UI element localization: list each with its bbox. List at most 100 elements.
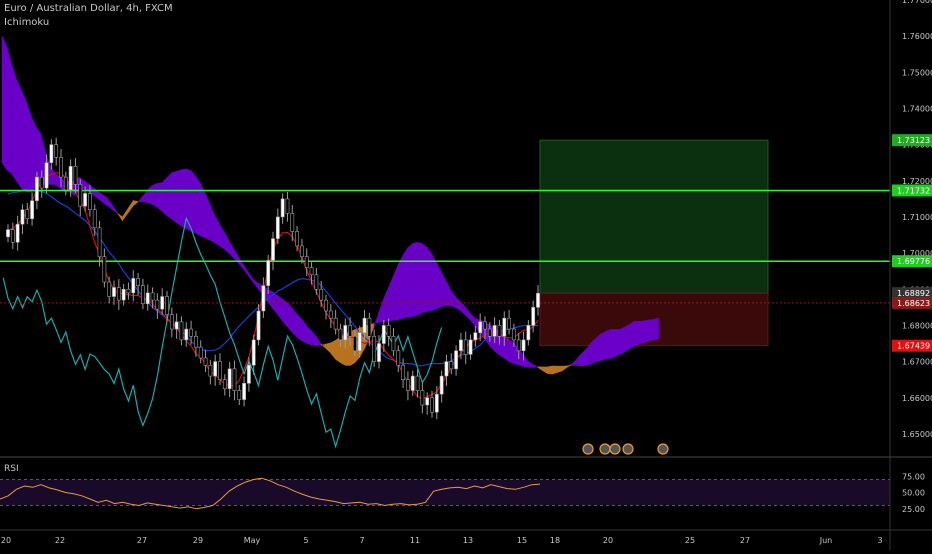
candle-body (121, 288, 126, 301)
y-tick-label: 1.76000 (902, 32, 932, 41)
candle-body (333, 317, 338, 330)
candle-body (256, 310, 261, 341)
price-chart[interactable]: 75.00 50.00 25.00 1.77000 1.76000 1.75000 1.7… (0, 0, 932, 550)
ichimoku-cloud-segment (335, 336, 341, 364)
chart-container[interactable]: 75.00 50.00 25.00 1.77000 1.76000 1.75000 1.7… (0, 0, 932, 550)
candle-body (483, 321, 487, 330)
price-label-text: 1.73123 (897, 136, 930, 145)
y-tick-label: 1.66000 (902, 394, 932, 403)
candle-body (218, 361, 222, 380)
candle-body (526, 325, 531, 341)
candle-body (54, 144, 59, 158)
candle-body (420, 390, 425, 406)
y-tick-label: 1.75000 (902, 68, 932, 77)
price-label-text: 1.71732 (897, 186, 930, 195)
ichimoku-cloud-segment (166, 172, 173, 220)
candle-body (213, 361, 218, 377)
ichimoku-cloud-segment (609, 329, 616, 359)
candle-body (449, 361, 454, 370)
candle-body (10, 229, 15, 243)
candle-body (97, 227, 102, 258)
candle-body (357, 332, 362, 352)
candle-body (487, 328, 492, 337)
candle-body (155, 299, 160, 310)
candle-body (189, 328, 193, 337)
x-tick-label: 20 (1, 536, 11, 545)
candle-body (516, 339, 521, 352)
ichimoku-cloud-segment (157, 182, 163, 213)
candle-body (102, 256, 107, 283)
x-tick-label: 22 (55, 536, 65, 545)
ichimoku-cloud-segment (30, 115, 37, 193)
candle-body (198, 346, 203, 359)
candle-body (434, 393, 439, 413)
ichimoku-cloud-segment (619, 326, 626, 355)
candle-body (468, 339, 473, 355)
candle-body (169, 314, 174, 330)
ichimoku-cloud-segment (600, 331, 606, 361)
x-tick-label: 27 (137, 536, 147, 545)
ichimoku-cloud-segment (407, 242, 414, 318)
ichimoku-cloud-segment (624, 323, 630, 353)
candle-body (531, 307, 536, 326)
candle-body (343, 325, 348, 341)
candle-body (141, 285, 145, 305)
candle-body (179, 321, 184, 341)
candle-body (44, 162, 49, 189)
ichimoku-cloud-segment (11, 64, 17, 182)
x-tick-label: 20 (603, 536, 613, 545)
ichimoku-cloud-segment (195, 175, 202, 237)
candle-body (165, 296, 169, 315)
candle-body (131, 278, 136, 294)
candle-body (88, 193, 92, 211)
ichimoku-cloud-segment (296, 313, 303, 342)
candle-body (396, 350, 401, 366)
candle-body (430, 397, 434, 413)
candle-body (348, 325, 352, 337)
candle-body (406, 379, 410, 391)
ichimoku-cloud-segment (643, 319, 650, 344)
y-tick-label: 1.65000 (902, 430, 932, 439)
y-tick-label: 1.68000 (902, 321, 932, 330)
rsi-label: RSI (4, 464, 19, 474)
candle-body (63, 176, 68, 191)
candle-body (107, 281, 112, 297)
candle-body (285, 198, 290, 214)
ichimoku-cloud-segment (508, 339, 515, 365)
candle-body (222, 379, 227, 390)
y-tick-label: 1.72000 (902, 177, 932, 186)
candle-body (367, 317, 372, 337)
ichimoku-cloud-segment (595, 333, 601, 362)
candle-body (203, 357, 208, 366)
ichimoku-cloud-segment (402, 246, 409, 319)
ichimoku-cloud-segment (6, 46, 12, 175)
candle-body (208, 364, 213, 377)
candle-body (338, 328, 343, 341)
ichimoku-cloud-segment (397, 255, 404, 321)
candle-body (492, 325, 497, 337)
price-label-text: 1.69776 (897, 257, 930, 266)
ichimoku-cloud-segment (547, 365, 553, 375)
ichimoku-cloud-segment (614, 329, 621, 357)
symbol-title: Euro / Australian Dollar, 4h, FXCM (4, 3, 173, 14)
candle-body (478, 321, 483, 333)
x-tick-label: 29 (193, 536, 203, 545)
ichimoku-cloud-segment (1, 36, 8, 171)
candle-body (194, 335, 198, 348)
x-tick-label: 11 (410, 536, 420, 545)
ichimoku-cloud-segment (426, 247, 433, 312)
candle-body (227, 368, 232, 390)
candle-body (507, 317, 511, 330)
candle-body (304, 256, 309, 268)
candle-body (473, 332, 478, 341)
candle-body (454, 350, 458, 370)
ichimoku-cloud-segment (412, 241, 418, 317)
candle-body (73, 166, 78, 185)
candle-body (295, 231, 299, 247)
ichimoku-cloud-segment (638, 320, 645, 345)
price-label-text: 1.68623 (897, 299, 930, 308)
candle-body (261, 285, 266, 312)
x-tick-label: 7 (359, 536, 364, 545)
event-marker-icon (622, 443, 634, 455)
ichimoku-cloud-segment (590, 337, 597, 365)
